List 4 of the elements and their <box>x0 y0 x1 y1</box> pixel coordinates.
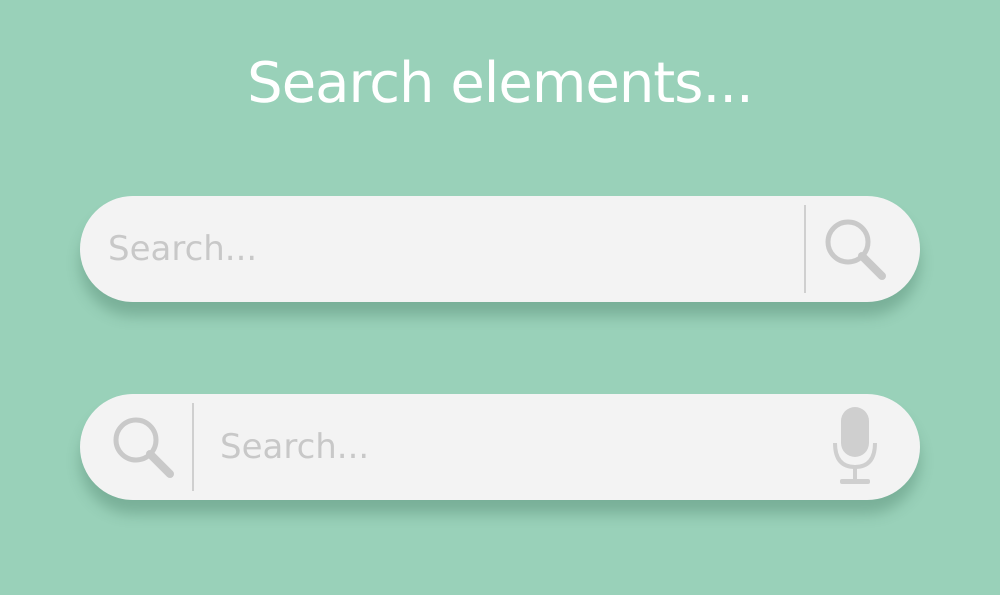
search-icon[interactable] <box>112 416 174 478</box>
heading: Search elements... <box>247 50 753 118</box>
search-icon[interactable] <box>824 218 886 280</box>
microphone-icon[interactable] <box>832 407 878 487</box>
